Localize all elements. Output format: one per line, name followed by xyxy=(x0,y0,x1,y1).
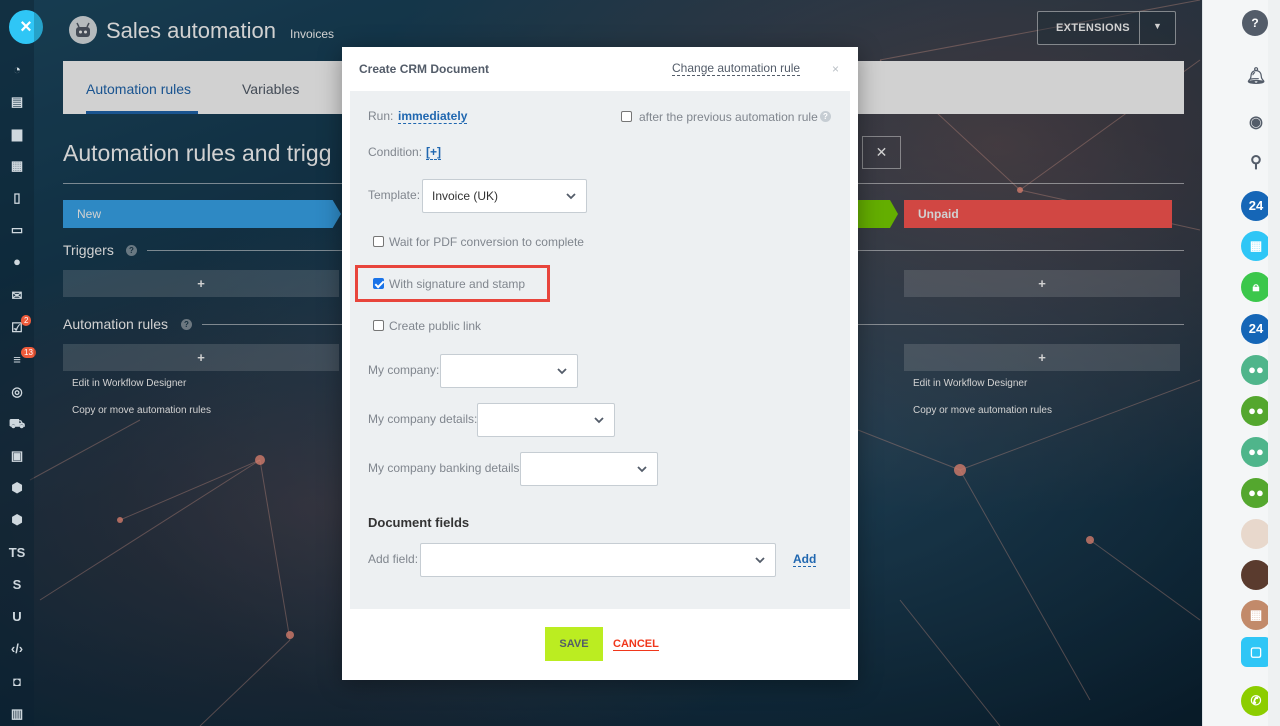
my-company-banking-label: My company banking details: xyxy=(368,461,523,475)
template-label: Template: xyxy=(368,188,421,202)
box-icon[interactable]: ⬢ xyxy=(7,478,27,498)
bell-icon[interactable]: 🔔︎ xyxy=(1241,62,1271,92)
chevron-down-icon xyxy=(637,466,647,473)
help-icon[interactable]: ? xyxy=(1242,10,1268,36)
my-company-label: My company: xyxy=(368,363,440,377)
drive-icon[interactable]: ▭ xyxy=(7,220,27,240)
my-company-details-label: My company details: xyxy=(368,412,478,426)
chevron-down-icon xyxy=(594,417,604,424)
create-crm-document-dialog: Create CRM Document Change automation ru… xyxy=(342,47,858,680)
template-value: Invoice (UK) xyxy=(432,189,499,203)
dialog-title: Create CRM Document xyxy=(359,62,490,76)
activity-stream-icon[interactable]: ◔ xyxy=(7,60,27,80)
condition-label: Condition: xyxy=(368,145,423,159)
feed-icon[interactable]: ▤ xyxy=(7,92,27,112)
cancel-button[interactable]: CANCEL xyxy=(613,638,659,651)
mail-icon[interactable]: ✉ xyxy=(7,286,27,306)
chevron-down-icon xyxy=(566,193,576,200)
calendar-icon[interactable]: ▦ xyxy=(7,156,27,176)
left-sidebar: ◔ ▤ ▆ ▦ ▯ ▭ ● ✉ ☑ 2 ≡ 13 ◎ ⛟ ▣ ⬢ ⬢ TS S … xyxy=(0,0,36,726)
box-2-icon[interactable]: ⬢ xyxy=(7,510,27,530)
avatar[interactable] xyxy=(1241,560,1271,590)
document-fields-title: Document fields xyxy=(368,515,470,530)
after-previous-label: after the previous automation rule xyxy=(639,110,818,124)
wait-pdf-checkbox[interactable] xyxy=(373,236,384,247)
close-icon[interactable]: × xyxy=(832,62,839,76)
my-company-details-select[interactable] xyxy=(477,403,615,437)
scrollbar[interactable] xyxy=(1268,0,1280,726)
add-condition-link[interactable]: [+] xyxy=(426,145,441,160)
change-automation-rule-link[interactable]: Change automation rule xyxy=(672,61,801,76)
bitrix24-icon[interactable]: 24 xyxy=(1241,191,1271,221)
add-field-button[interactable]: Add xyxy=(793,552,817,567)
code-icon[interactable]: ‹/› xyxy=(7,639,27,659)
dialog-body: Run: immediately after the previous auto… xyxy=(350,91,850,609)
avatar[interactable] xyxy=(1241,519,1271,549)
phone-icon[interactable]: ✆ xyxy=(1241,686,1271,716)
template-select[interactable]: Invoice (UK) xyxy=(422,179,587,213)
group-icon[interactable]: ●● xyxy=(1241,437,1271,467)
add-field-label: Add field: xyxy=(368,552,419,566)
bitrix24-icon[interactable]: 24 xyxy=(1241,314,1271,344)
wait-pdf-label: Wait for PDF conversion to complete xyxy=(389,235,584,249)
public-link-label: Create public link xyxy=(389,319,482,333)
save-button[interactable]: SAVE xyxy=(545,627,603,661)
screen-share-icon[interactable]: ▢ xyxy=(1241,637,1271,667)
chat-bubble-icon[interactable]: ◉ xyxy=(1241,108,1271,138)
run-label: Run: xyxy=(368,109,394,123)
tasks-badge: 2 xyxy=(21,315,32,326)
target-icon[interactable]: ◎ xyxy=(7,382,27,402)
calendar-icon[interactable]: ▦ xyxy=(1241,231,1271,261)
after-previous-checkbox[interactable] xyxy=(621,111,632,122)
sidebar-item-s[interactable]: S xyxy=(7,575,27,595)
grid-icon[interactable]: ▥ xyxy=(7,704,27,724)
right-sidebar: ? 🔔︎ ◉ ⚲ 24 ▦ 🔒︎ 24 ●● ●● ●● ●● ▦ ▢ ✆ xyxy=(1202,0,1280,726)
group-icon[interactable]: ●● xyxy=(1241,478,1271,508)
card-icon[interactable]: ▣ xyxy=(7,446,27,466)
my-company-select[interactable] xyxy=(440,354,578,388)
sidebar-item-u[interactable]: U xyxy=(7,607,27,627)
add-field-select[interactable] xyxy=(420,543,776,577)
document-icon[interactable]: ▯ xyxy=(7,188,27,208)
cart-icon[interactable]: ⛟ xyxy=(7,414,27,434)
calendar-avatar-icon[interactable]: ▦ xyxy=(1241,600,1271,630)
group-icon[interactable]: ●● xyxy=(1241,396,1271,426)
my-company-banking-select[interactable] xyxy=(520,452,658,486)
robot-icon[interactable]: ◘ xyxy=(7,672,27,692)
lock-icon[interactable]: 🔒︎ xyxy=(1241,272,1271,302)
sidebar-item-ts[interactable]: TS xyxy=(7,543,27,563)
chevron-down-icon xyxy=(557,368,567,375)
run-immediately-link[interactable]: immediately xyxy=(398,109,468,124)
highlight-box xyxy=(355,265,550,302)
help-icon[interactable]: ? xyxy=(820,111,831,122)
public-link-checkbox[interactable] xyxy=(373,320,384,331)
chat-icon[interactable]: ▆ xyxy=(7,124,27,144)
search-icon[interactable]: ⚲ xyxy=(1241,148,1271,178)
contacts-icon[interactable]: ● xyxy=(7,252,27,272)
chevron-down-icon xyxy=(755,557,765,564)
group-icon[interactable]: ●● xyxy=(1241,355,1271,385)
